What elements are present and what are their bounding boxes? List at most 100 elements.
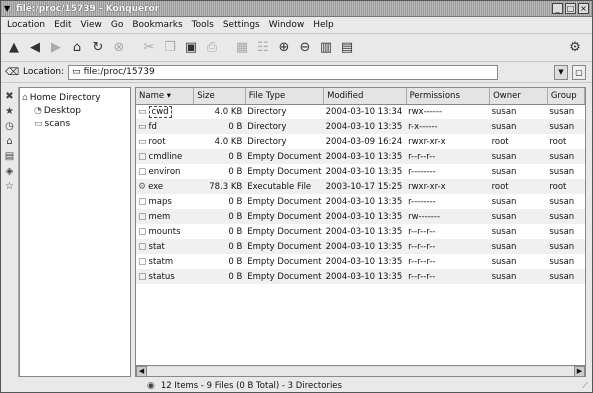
bookmarks-tab-icon[interactable]: ★: [5, 106, 14, 117]
file-name-cell: ▢ statm: [136, 254, 194, 269]
zoom-in-icon[interactable]: ⊕: [275, 39, 293, 57]
scroll-thumb[interactable]: [147, 366, 574, 376]
root-tab-icon[interactable]: ☆: [5, 181, 14, 192]
menu-tools[interactable]: Tools: [192, 20, 214, 30]
table-row[interactable]: ▢ statm 0 B Empty Document 2004-03-10 13:35 r…: [136, 254, 585, 269]
file-name-cell: ▭ fd: [136, 119, 194, 134]
sidebar-config-icon[interactable]: ✖: [5, 91, 13, 102]
reload-icon[interactable]: ↻: [89, 39, 107, 57]
back-arrow-icon[interactable]: ◀: [26, 39, 44, 57]
location-dropdown-button[interactable]: ▼: [554, 64, 568, 80]
column-header-owner[interactable]: Owner: [489, 88, 548, 105]
table-row[interactable]: ▢ mem 0 B Empty Document 2004-03-10 13:35 rw-…: [136, 209, 585, 224]
executable-icon: ⚙: [138, 181, 147, 192]
tree-item-label: scans: [44, 118, 71, 129]
zoom-out-icon[interactable]: ⊖: [296, 39, 314, 57]
sidebar-tabs: ✖ ★ ◷ ⌂ ▤ ◈ ☆: [1, 87, 19, 377]
file-group-cell: susan: [549, 196, 575, 207]
stop-icon[interactable]: ⊗: [110, 39, 128, 57]
go-button[interactable]: ▢: [572, 64, 586, 80]
file-size-cell: 0 B: [228, 256, 243, 267]
network-tab-icon[interactable]: ▤: [5, 151, 14, 162]
file-permissions-cell: r--r--r--: [406, 269, 490, 284]
file-size-cell: 78.3 KB: [193, 179, 246, 194]
tree-item-desktop[interactable]: ◔ Desktop: [22, 104, 128, 117]
column-header-modified[interactable]: Modified: [323, 88, 407, 105]
location-input[interactable]: ▭ file:/proc/15739: [68, 64, 499, 80]
document-icon: ▢: [138, 241, 147, 252]
column-header-name[interactable]: Name ▾: [136, 88, 195, 105]
detailed-view-icon[interactable]: ▤: [338, 39, 356, 57]
copy-icon[interactable]: ❐: [161, 39, 179, 57]
location-value: file:/proc/15739: [83, 67, 155, 77]
status-text: 12 Items - 9 Files (0 B Total) - 3 Direc…: [160, 381, 342, 391]
home-tab-icon[interactable]: ⌂: [6, 136, 12, 147]
paste-icon[interactable]: ▣: [182, 39, 200, 57]
file-name-label: fd: [148, 121, 157, 132]
table-row[interactable]: ▭ fd 0 B Directory 2004-03-10 13:35 r-x------…: [136, 119, 585, 134]
file-permissions-cell: r-x------: [406, 119, 490, 134]
close-button[interactable]: ×: [578, 3, 589, 14]
file-modified-cell: 2004-03-10 13:35: [325, 226, 403, 237]
menu-bookmarks[interactable]: Bookmarks: [132, 20, 182, 30]
file-group-cell: susan: [547, 119, 585, 134]
title-bar[interactable]: ▼ file:/proc/15739 - Konqueror _ □ ×: [1, 1, 592, 17]
scroll-right-icon[interactable]: ▶: [574, 365, 585, 377]
services-tab-icon[interactable]: ◈: [6, 166, 14, 177]
scroll-left-icon[interactable]: ◀: [136, 365, 147, 377]
tree-item-scans[interactable]: ▭ scans: [22, 117, 128, 130]
history-tab-icon[interactable]: ◷: [5, 121, 14, 132]
table-row[interactable]: ▢ stat 0 B Empty Document 2004-03-10 13:35 r-…: [136, 239, 585, 254]
table-row[interactable]: ▢ environ 0 B Empty Document 2004-03-10 13:3…: [136, 164, 585, 179]
icon-view-icon[interactable]: ▦: [233, 39, 251, 57]
file-owner-cell: susan: [491, 256, 517, 267]
resize-grip-icon[interactable]: ⟋: [582, 381, 588, 391]
menu-window[interactable]: Window: [269, 20, 305, 30]
column-header-group[interactable]: Group: [547, 88, 586, 105]
table-row[interactable]: ▭ cwd 4.0 KB Directory 2004-03-10 13:34 rwx--…: [136, 104, 585, 119]
menu-go[interactable]: Go: [111, 20, 123, 30]
file-permissions-cell: r--r--r--: [408, 226, 436, 237]
table-row[interactable]: ▢ maps 0 B Empty Document 2004-03-10 13:35 r-…: [136, 194, 585, 209]
file-group-cell: root: [547, 179, 585, 194]
tree-item-label: Desktop: [43, 105, 81, 116]
forward-arrow-icon[interactable]: ▶: [47, 39, 65, 57]
column-header-permissions[interactable]: Permissions: [406, 88, 491, 105]
window-menu-icon[interactable]: ▼: [4, 4, 14, 13]
clear-location-icon[interactable]: ⌫: [5, 63, 19, 81]
table-row[interactable]: ▭ root 4.0 KB Directory 2004-03-09 16:24 rwxr…: [136, 134, 585, 149]
up-arrow-icon[interactable]: ▲: [5, 39, 23, 57]
file-size-cell: 0 B: [228, 166, 243, 177]
file-permissions-cell: r--------: [408, 196, 436, 207]
file-permissions-cell: r--r--r--: [406, 239, 490, 254]
file-type-cell: Empty Document: [247, 166, 322, 177]
file-name-cell: ▭ root: [136, 134, 194, 149]
menu-settings[interactable]: Settings: [223, 20, 260, 30]
table-row[interactable]: ▢ mounts 0 B Empty Document 2004-03-10 13:35…: [136, 224, 585, 239]
file-modified-cell: 2004-03-10 13:35: [323, 209, 407, 224]
menu-help[interactable]: Help: [313, 20, 334, 30]
file-modified-cell: 2004-03-10 13:35: [325, 256, 403, 267]
cut-icon[interactable]: ✂: [140, 39, 158, 57]
table-row[interactable]: ⚙ exe 78.3 KB Executable File 2003-10-17 15:…: [136, 179, 585, 194]
file-owner-cell: susan: [489, 239, 548, 254]
column-header-file-type[interactable]: File Type: [245, 88, 325, 105]
horizontal-scrollbar[interactable]: ◀ ▶: [136, 365, 585, 377]
print-icon[interactable]: ⎙: [203, 39, 221, 57]
menu-location[interactable]: Location: [7, 20, 45, 30]
menu-edit[interactable]: Edit: [54, 20, 71, 30]
column-header-size[interactable]: Size: [193, 88, 246, 105]
table-row[interactable]: ▢ status 0 B Empty Document 2004-03-10 13:35…: [136, 269, 585, 284]
multi-column-view-icon[interactable]: ▥: [317, 39, 335, 57]
menu-view[interactable]: View: [81, 20, 102, 30]
maximize-button[interactable]: □: [565, 3, 576, 14]
file-name-cell: ▢ mounts: [136, 224, 194, 239]
home-icon[interactable]: ⌂: [68, 39, 86, 57]
minimize-button[interactable]: _: [552, 3, 563, 14]
tree-root[interactable]: ⌂ Home Directory: [22, 91, 128, 104]
document-icon: ▢: [138, 166, 147, 177]
table-row[interactable]: ▢ cmdline 0 B Empty Document 2004-03-10 13:3…: [136, 149, 585, 164]
list-view-icon[interactable]: ☷: [254, 39, 272, 57]
toolbar-separator: [224, 39, 230, 57]
window-title: file:/proc/15739 - Konqueror: [16, 3, 160, 14]
